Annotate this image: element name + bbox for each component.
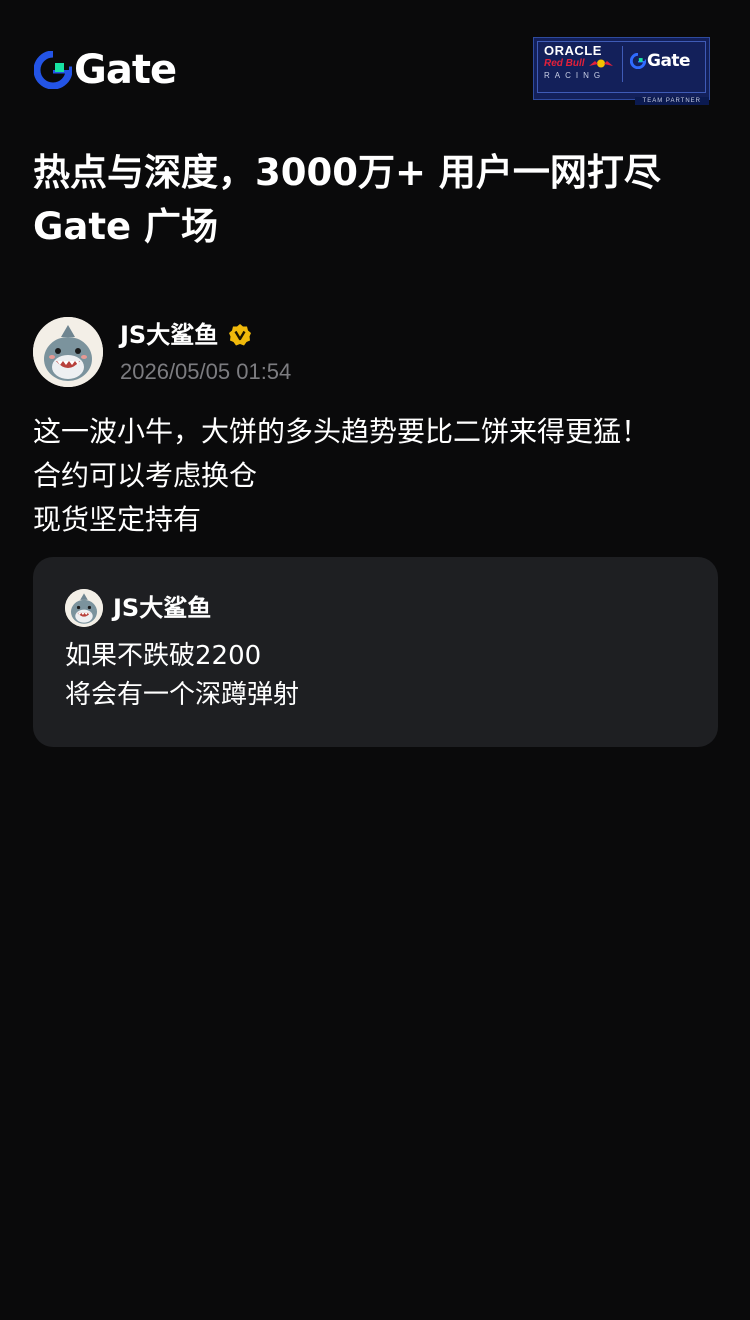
gate-logo: Gate	[34, 47, 177, 93]
shark-avatar-icon	[65, 589, 103, 627]
author-avatar[interactable]	[33, 317, 103, 387]
racing-wordmark: RACING	[544, 71, 606, 80]
post-body: 这一波小牛，大饼的多头趋势要比二饼来得更猛！ 合约可以考虑换仓 现货坚定持有	[33, 410, 723, 542]
quote-author-name: JS大鲨鱼	[113, 594, 212, 622]
verified-badge-icon	[229, 324, 252, 346]
author-name[interactable]: JS大鲨鱼	[120, 318, 218, 352]
quote-line: 如果不跌破2200	[65, 641, 262, 671]
post-line: 这一波小牛，大饼的多头趋势要比二饼来得更猛！	[33, 415, 650, 448]
shark-avatar-icon	[33, 317, 103, 387]
partner-divider	[622, 46, 623, 82]
partner-gate-logo: Gate	[630, 51, 691, 71]
post-line: 合约可以考虑换仓	[33, 459, 258, 492]
redbull-bulls-icon	[589, 59, 613, 68]
quote-line: 将会有一个深蹲弹射	[65, 680, 300, 710]
team-partner-badge: ORACLE Red Bull RACING Gate TEAM PARTNER	[533, 37, 710, 105]
team-partner-label: TEAM PARTNER	[634, 97, 709, 105]
quote-body: 如果不跌破2200 将会有一个深蹲弹射	[65, 637, 299, 715]
page-headline: 热点与深度，3000万+ 用户一网打尽 Gate 广场	[33, 146, 723, 254]
headline-line-1: 热点与深度，3000万+ 用户一网打尽	[33, 151, 661, 194]
redbull-wordmark: Red Bull	[544, 58, 585, 69]
quoted-post-card[interactable]: JS大鲨鱼 如果不跌破2200 将会有一个深蹲弹射	[33, 557, 718, 747]
partner-gate-text: Gate	[647, 51, 691, 71]
oracle-wordmark: ORACLE	[544, 43, 602, 58]
share-page: Gate ORACLE Red Bull RACING Gate TEAM PA…	[0, 0, 750, 1320]
headline-line-2: Gate 广场	[33, 205, 218, 248]
gate-small-icon	[630, 53, 646, 69]
post-line: 现货坚定持有	[33, 503, 202, 536]
quote-author-avatar	[65, 589, 103, 627]
post-timestamp: 2026/05/05 01:54	[120, 359, 292, 384]
post-author[interactable]: JS大鲨鱼	[120, 318, 252, 352]
gate-logo-icon	[34, 51, 72, 89]
gate-logo-text: Gate	[74, 47, 177, 93]
